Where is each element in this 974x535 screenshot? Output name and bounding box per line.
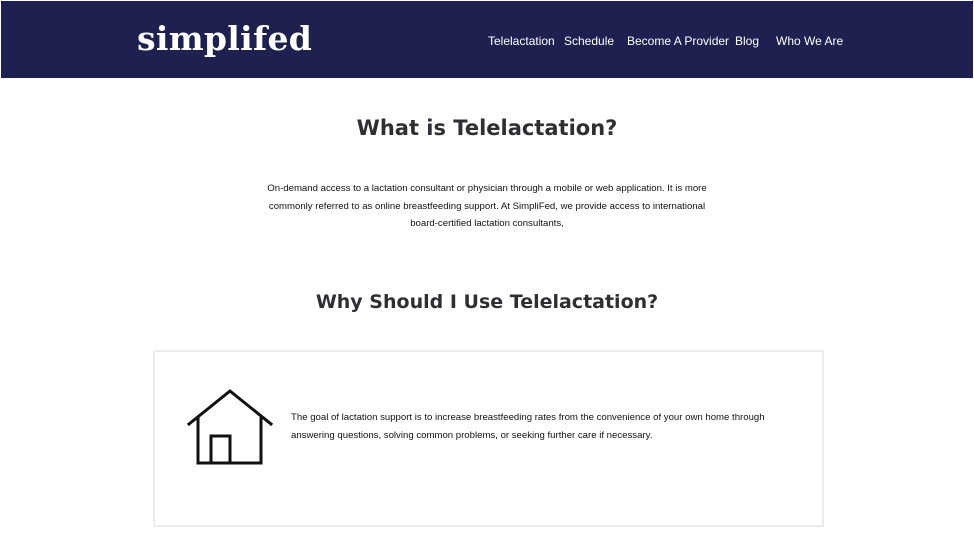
site-header: simplifed Telelactation Schedule Become …	[1, 1, 973, 78]
site-logo[interactable]: simplifed	[137, 19, 312, 58]
page-title: What is Telelactation?	[356, 116, 618, 140]
card-text: The goal of lactation support is to incr…	[291, 412, 765, 441]
nav-item-blog[interactable]: Blog	[735, 34, 759, 48]
section-title: Why Should I Use Telelactation?	[315, 291, 659, 313]
nav-item-telelactation[interactable]: Telelactation	[488, 34, 555, 48]
house-icon	[187, 389, 273, 465]
intro-paragraph: On-demand access to a lactation consulta…	[267, 183, 707, 229]
nav-item-become-a-provider[interactable]: Become A Provider	[627, 34, 729, 48]
nav-item-schedule[interactable]: Schedule	[564, 34, 614, 48]
nav-item-who-we-are[interactable]: Who We Are	[776, 34, 843, 48]
